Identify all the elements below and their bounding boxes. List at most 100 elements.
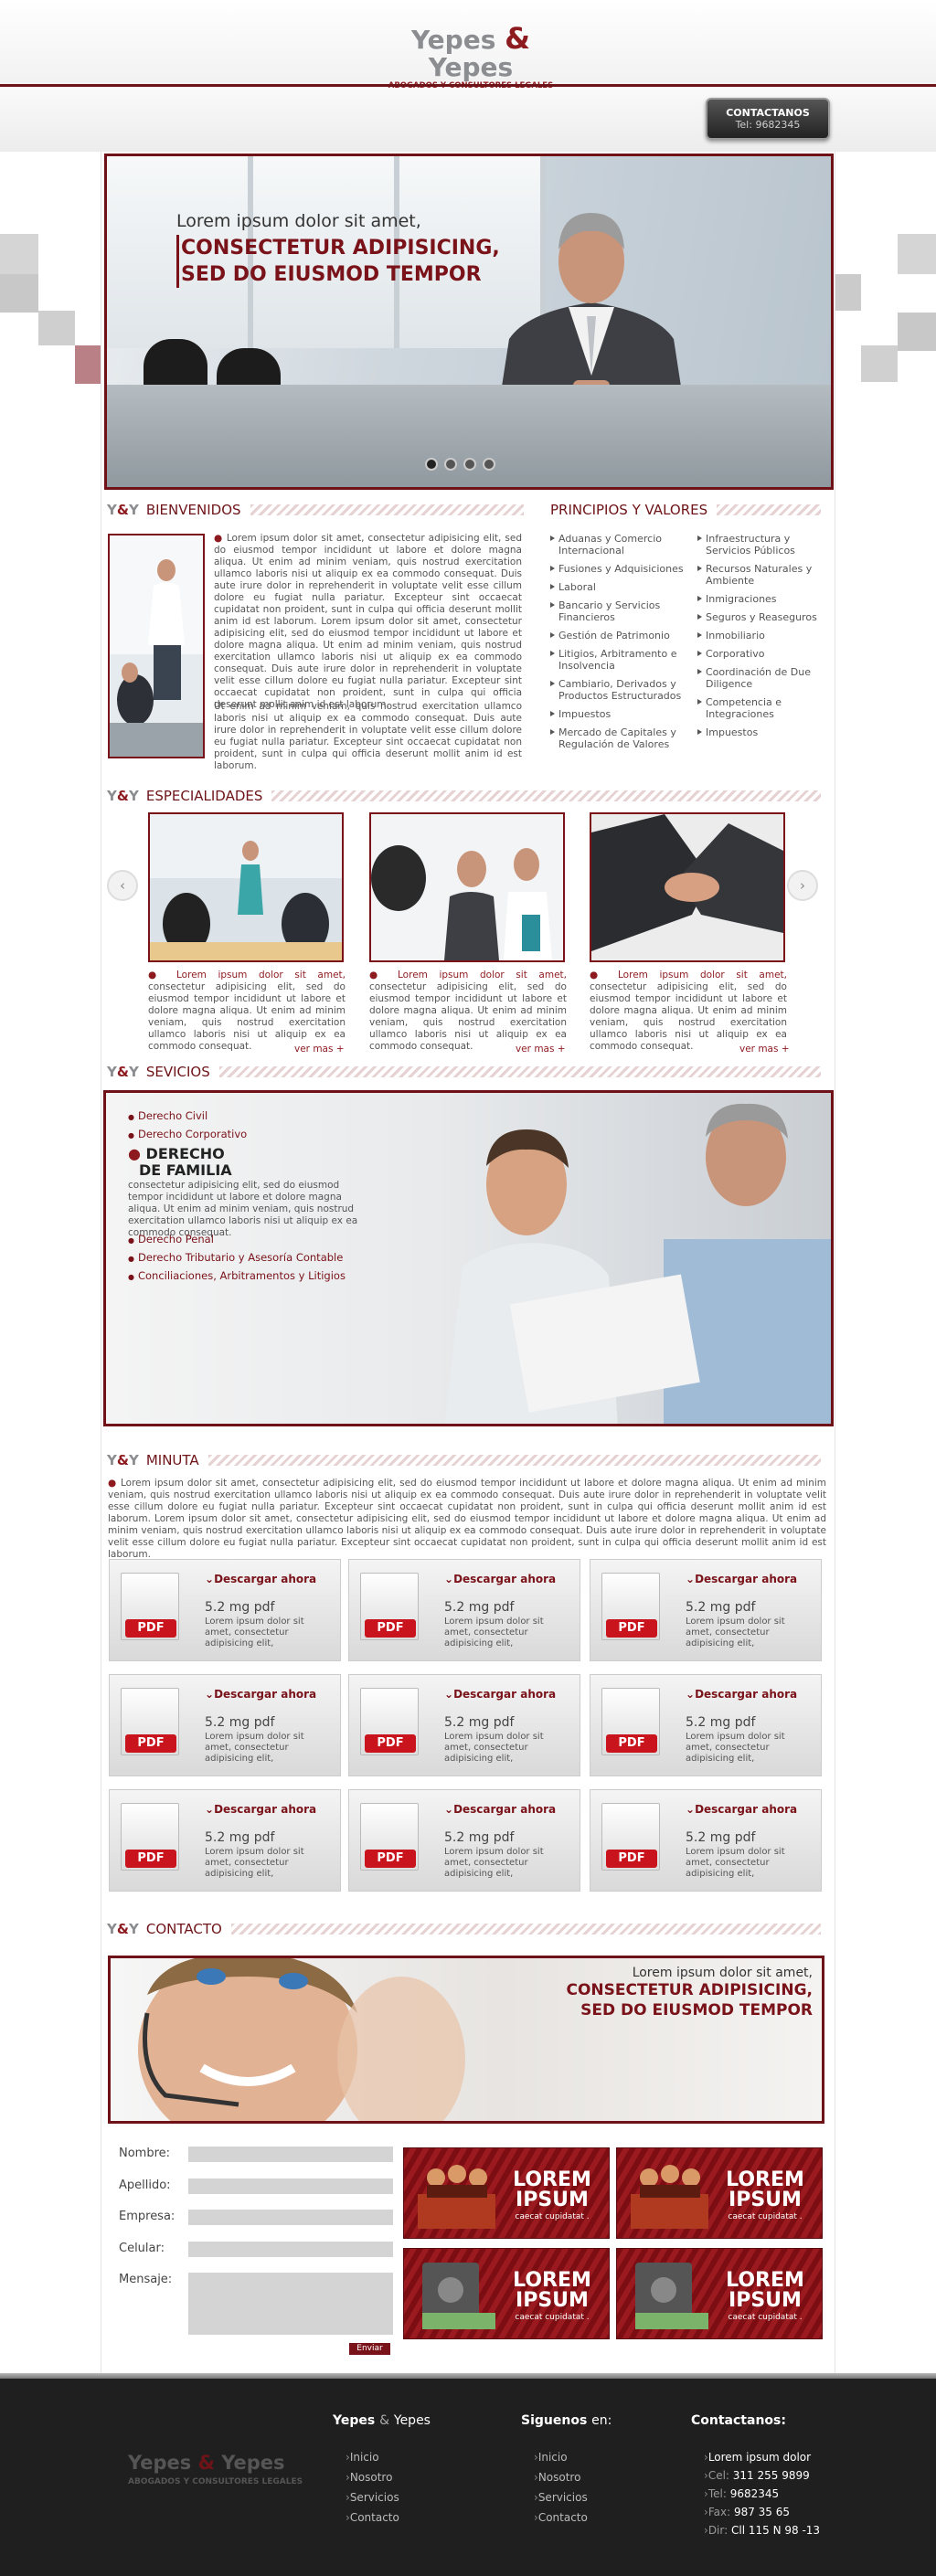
service-item[interactable]: Conciliaciones, Arbitramentos y Litigios bbox=[128, 1269, 346, 1282]
download-card[interactable]: PDF Descargar ahora 5.2 mg pdf Lorem ipsum … bbox=[590, 1559, 822, 1661]
empresa-field[interactable] bbox=[188, 2210, 393, 2225]
principle-item[interactable]: Recursos Naturales y Ambiente bbox=[697, 563, 830, 587]
pdf-icon: PDF bbox=[121, 1803, 179, 1871]
carousel-prev-button[interactable]: ‹ bbox=[107, 870, 138, 901]
file-size: 5.2 mg pdf bbox=[205, 1600, 275, 1615]
nombre-field[interactable] bbox=[188, 2147, 393, 2162]
footer-link[interactable]: Nosotro bbox=[534, 2471, 581, 2484]
footer-contact-row: Dir: Cll 115 N 98 -13 bbox=[704, 2524, 820, 2537]
download-card[interactable]: PDF Descargar ahora 5.2 mg pdf Lorem ipsum … bbox=[348, 1674, 580, 1776]
download-label[interactable]: Descargar ahora bbox=[205, 1573, 316, 1585]
service-item[interactable]: Derecho Tributario y Asesoría Contable bbox=[128, 1251, 343, 1264]
principle-item[interactable]: Competencia e Integraciones bbox=[697, 696, 830, 720]
promo-ad[interactable]: LOREM IPSUM caecat cupidatat . bbox=[616, 2248, 823, 2339]
slider-dot[interactable] bbox=[444, 458, 457, 471]
download-card[interactable]: PDF Descargar ahora 5.2 mg pdf Lorem ipsum … bbox=[590, 1789, 822, 1892]
promo-ad[interactable]: LOREM IPSUM caecat cupidatat . bbox=[403, 2147, 610, 2239]
contact-button[interactable]: CONTACTANOS Tel: 9682345 bbox=[706, 98, 830, 140]
footer-logo-tagline: ABOGADOS Y CONSULTORES LEGALES bbox=[128, 2477, 303, 2486]
download-label[interactable]: Descargar ahora bbox=[686, 1688, 797, 1701]
slider-dot[interactable] bbox=[463, 458, 476, 471]
specialty-text: ● Lorem ipsum dolor sit amet, consectetu… bbox=[148, 970, 346, 1052]
download-card[interactable]: PDF Descargar ahora 5.2 mg pdf Lorem ipsum … bbox=[109, 1674, 341, 1776]
download-label[interactable]: Descargar ahora bbox=[205, 1803, 316, 1816]
mensaje-field[interactable] bbox=[188, 2273, 393, 2335]
promo-ad[interactable]: LOREM IPSUM caecat cupidatat . bbox=[403, 2248, 610, 2339]
service-item[interactable]: Derecho Corporativo bbox=[128, 1128, 247, 1140]
read-more-link[interactable]: ver mas + bbox=[294, 1044, 345, 1055]
footer-link[interactable]: Servicios bbox=[346, 2491, 399, 2504]
promo-ad[interactable]: LOREM IPSUM caecat cupidatat . bbox=[616, 2147, 823, 2239]
file-size: 5.2 mg pdf bbox=[444, 1715, 515, 1730]
download-desc: Lorem ipsum dolor sit amet, consectetur … bbox=[444, 1617, 544, 1648]
footer-link[interactable]: Servicios bbox=[534, 2491, 588, 2504]
slider-dot[interactable] bbox=[425, 458, 438, 471]
hero-slider[interactable]: Lorem ipsum dolor sit amet, CONSECTETUR … bbox=[104, 154, 834, 490]
apellido-field[interactable] bbox=[188, 2178, 393, 2194]
principle-item[interactable]: Aduanas y Comercio Internacional bbox=[550, 533, 697, 557]
download-label[interactable]: Descargar ahora bbox=[686, 1803, 797, 1816]
download-card[interactable]: PDF Descargar ahora 5.2 mg pdf Lorem ipsum … bbox=[109, 1789, 341, 1892]
download-label[interactable]: Descargar ahora bbox=[444, 1688, 556, 1701]
footer-link[interactable]: Nosotro bbox=[346, 2471, 393, 2484]
footer-link[interactable]: Contacto bbox=[346, 2511, 399, 2524]
carousel-next-button[interactable]: › bbox=[787, 870, 818, 901]
download-card[interactable]: PDF Descargar ahora 5.2 mg pdf Lorem ipsum … bbox=[348, 1559, 580, 1661]
download-label[interactable]: Descargar ahora bbox=[444, 1803, 556, 1816]
specialty-photo[interactable] bbox=[590, 812, 785, 962]
file-size: 5.2 mg pdf bbox=[205, 1830, 275, 1845]
slider-dot[interactable] bbox=[483, 458, 495, 471]
ad-title: LOREM IPSUM bbox=[726, 2168, 804, 2211]
footer-link[interactable]: Inicio bbox=[346, 2451, 379, 2464]
principle-item[interactable]: Litigios, Arbitramento e Insolvencia bbox=[550, 648, 697, 672]
file-size: 5.2 mg pdf bbox=[686, 1715, 756, 1730]
form-label-nombre: Nombre: bbox=[119, 2147, 171, 2160]
principle-item[interactable]: Inmobiliario bbox=[697, 630, 830, 641]
featured-service-title[interactable]: ● DERECHO DE FAMILIA bbox=[128, 1146, 232, 1179]
download-card[interactable]: PDF Descargar ahora 5.2 mg pdf Lorem ipsum … bbox=[590, 1674, 822, 1776]
celular-field[interactable] bbox=[188, 2242, 393, 2257]
download-label[interactable]: Descargar ahora bbox=[205, 1688, 316, 1701]
footer-logo[interactable]: Yepes & Yepes bbox=[128, 2452, 285, 2474]
services-photo bbox=[444, 1103, 831, 1424]
principle-item[interactable]: Infraestructura y Servicios Públicos bbox=[697, 533, 830, 557]
welcome-text: ● Lorem ipsum dolor sit amet, consectetu… bbox=[214, 533, 522, 710]
call-center-photo bbox=[138, 1958, 465, 2121]
read-more-link[interactable]: ver mas + bbox=[739, 1044, 790, 1055]
principle-item[interactable]: Cambiario, Derivados y Productos Estruct… bbox=[550, 678, 697, 702]
pdf-icon: PDF bbox=[601, 1803, 660, 1871]
footer-link[interactable]: Inicio bbox=[534, 2451, 568, 2464]
principle-item[interactable]: Mercado de Capitales y Regulación de Val… bbox=[550, 726, 697, 750]
download-label[interactable]: Descargar ahora bbox=[444, 1573, 556, 1585]
header-divider bbox=[0, 84, 936, 87]
section-title: ESPECIALIDADES bbox=[145, 788, 263, 804]
specialty-photo[interactable] bbox=[369, 812, 565, 962]
section-header-principios: PRINCIPIOS Y VALORES bbox=[550, 500, 821, 520]
download-label[interactable]: Descargar ahora bbox=[686, 1573, 797, 1585]
contact-banner-text: Lorem ipsum dolor sit amet, CONSECTETUR … bbox=[566, 1966, 814, 2019]
principle-item[interactable]: Impuestos bbox=[550, 708, 697, 720]
specialty-photo[interactable] bbox=[148, 812, 344, 962]
footer-link[interactable]: Contacto bbox=[534, 2511, 588, 2524]
download-card[interactable]: PDF Descargar ahora 5.2 mg pdf Lorem ipsum … bbox=[109, 1559, 341, 1661]
read-more-link[interactable]: ver mas + bbox=[516, 1044, 566, 1055]
section-title: CONTACTO bbox=[145, 1921, 222, 1937]
principle-item[interactable]: Corporativo bbox=[697, 648, 830, 660]
service-item[interactable]: Derecho Penal bbox=[128, 1233, 214, 1246]
send-button[interactable]: Enviar bbox=[349, 2343, 390, 2355]
pdf-icon: PDF bbox=[360, 1803, 419, 1871]
principle-item[interactable]: Fusiones y Adquisiciones bbox=[550, 563, 697, 575]
principle-item[interactable]: Inmigraciones bbox=[697, 593, 830, 605]
principle-item[interactable]: Laboral bbox=[550, 581, 697, 593]
services-banner: Derecho Civil Derecho Corporativo ● DERE… bbox=[103, 1090, 834, 1426]
ad-title: LOREM IPSUM bbox=[726, 2269, 804, 2312]
principle-item[interactable]: Impuestos bbox=[697, 726, 830, 738]
download-desc: Lorem ipsum dolor sit amet, consectetur … bbox=[686, 1732, 785, 1764]
principle-item[interactable]: Coordinación de Due Diligence bbox=[697, 666, 830, 690]
principle-item[interactable]: Bancario y Servicios Financieros bbox=[550, 599, 697, 623]
deco-square bbox=[834, 274, 861, 311]
download-card[interactable]: PDF Descargar ahora 5.2 mg pdf Lorem ipsum … bbox=[348, 1789, 580, 1892]
principle-item[interactable]: Gestión de Patrimonio bbox=[550, 630, 697, 641]
principle-item[interactable]: Seguros y Reaseguros bbox=[697, 611, 830, 623]
service-item[interactable]: Derecho Civil bbox=[128, 1109, 207, 1122]
